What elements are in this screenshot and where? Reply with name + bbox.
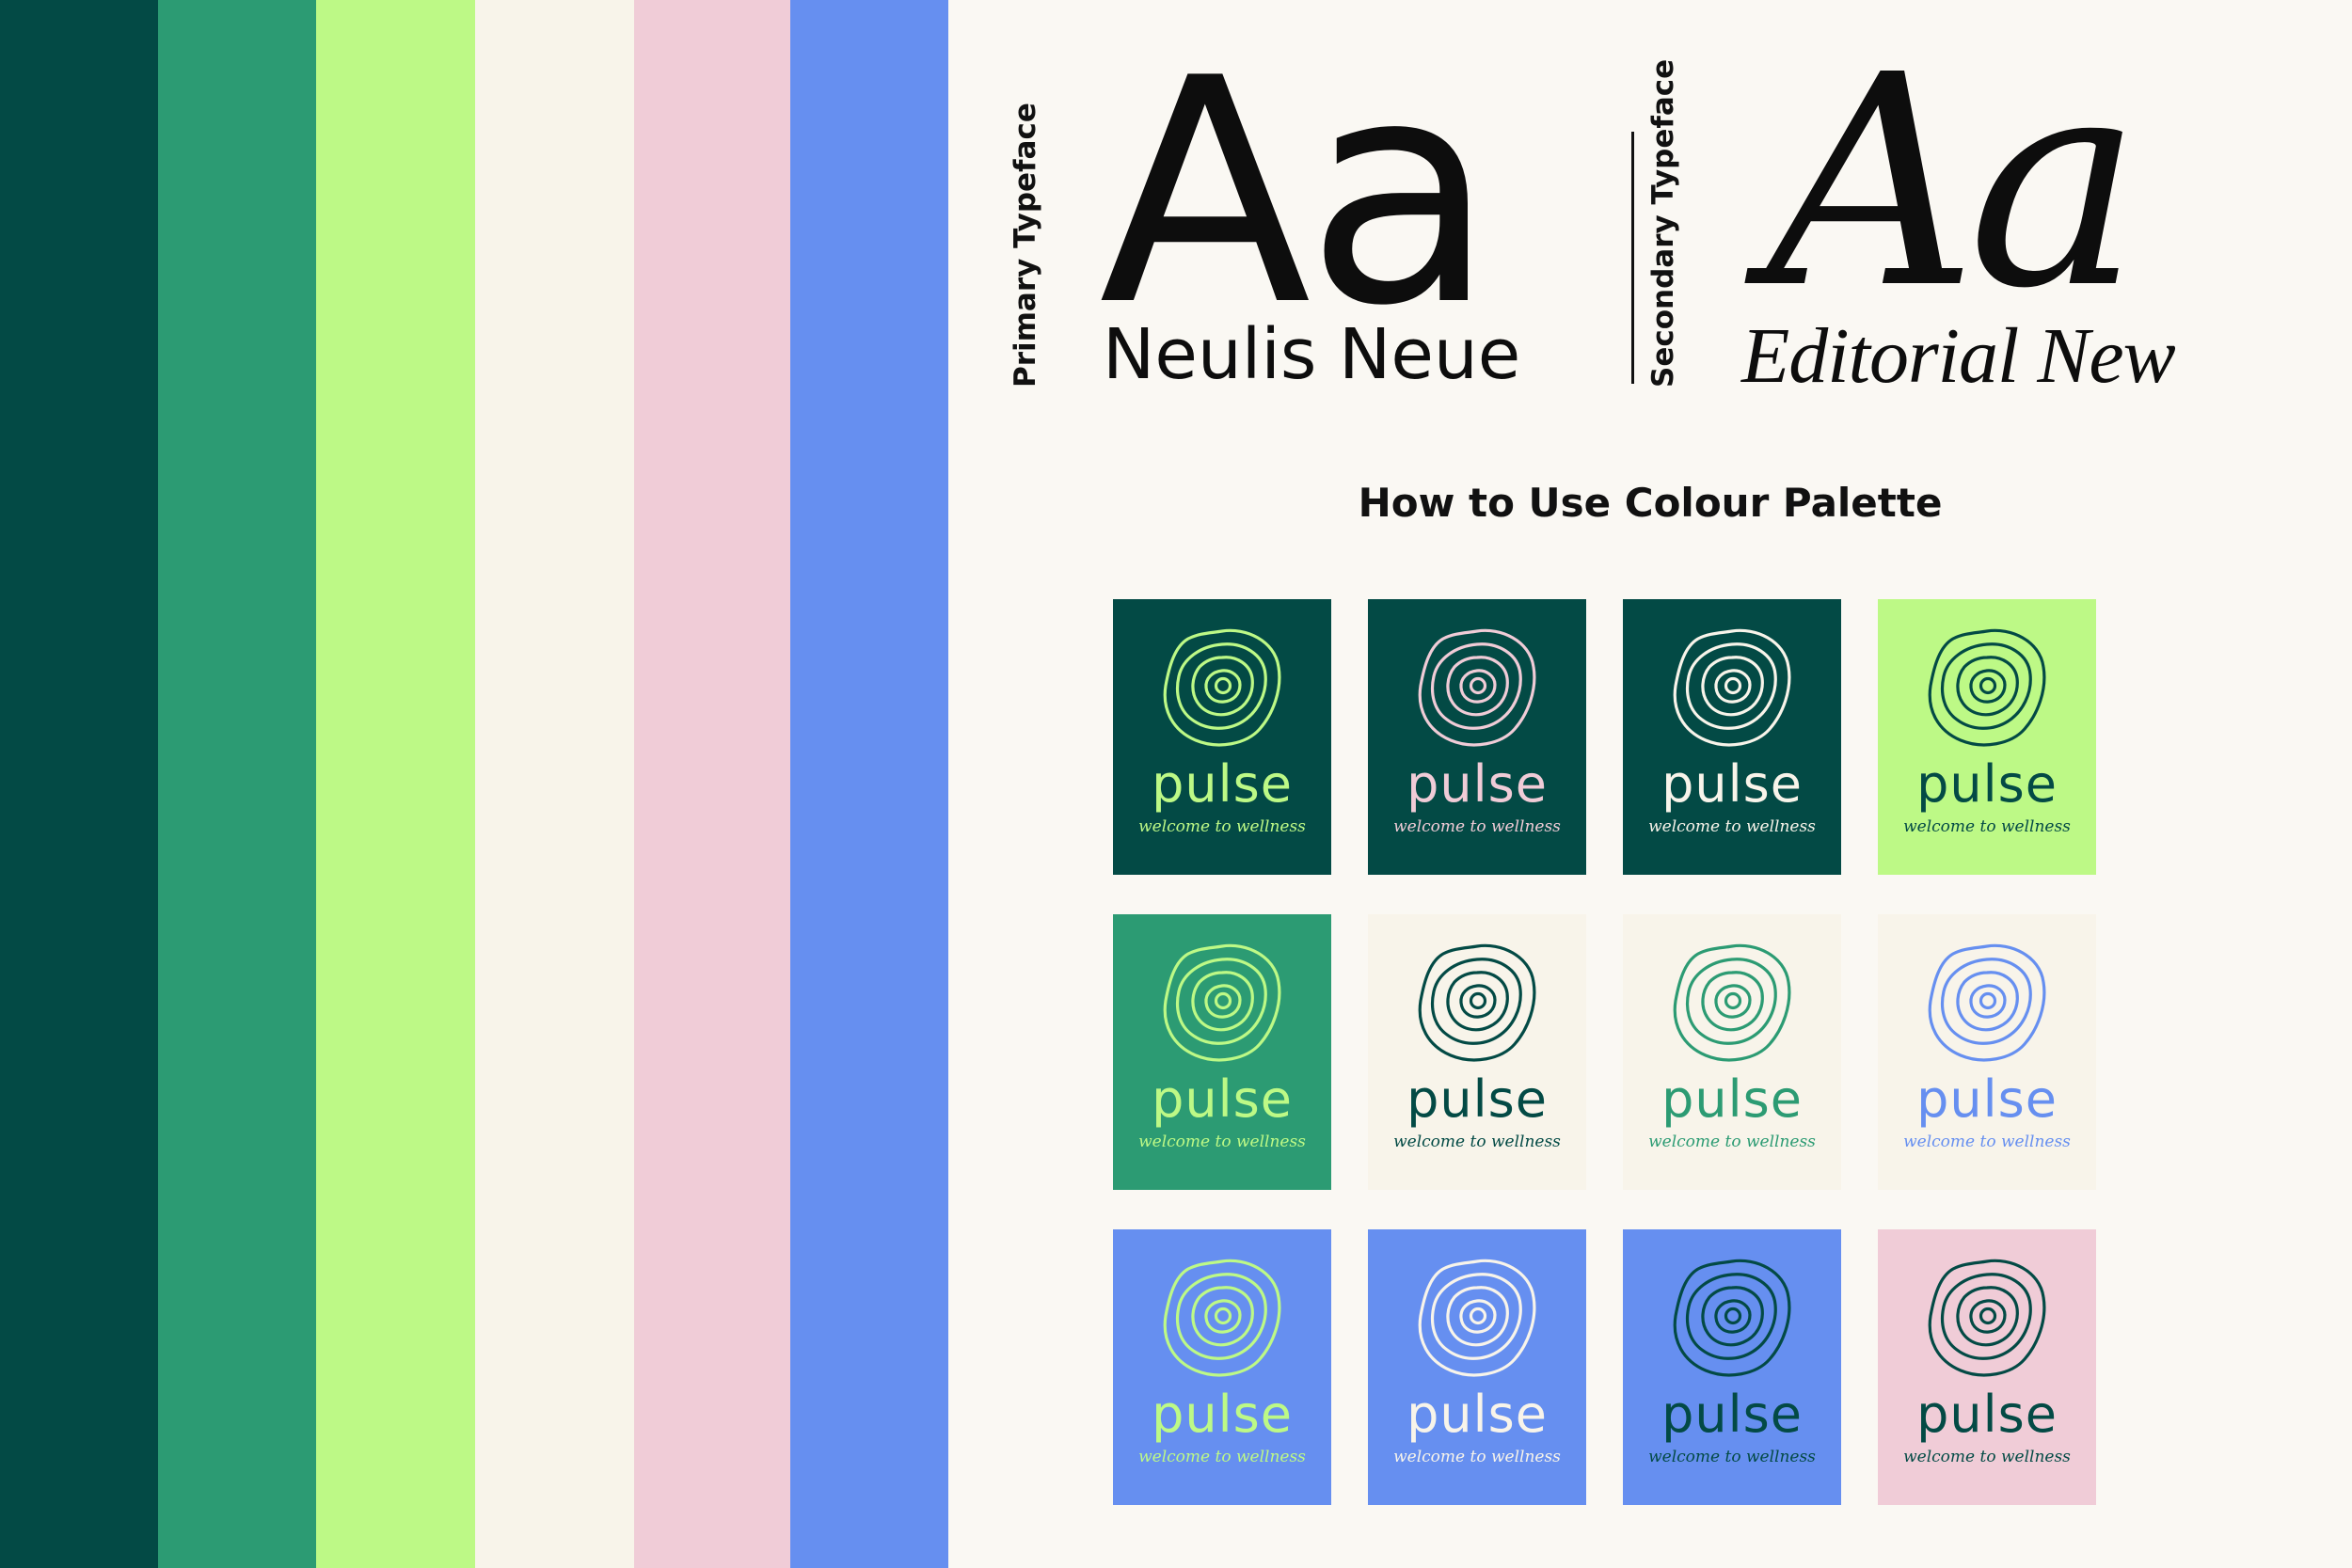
logo-card: pulse welcome to wellness <box>1113 914 1331 1190</box>
logo-tagline: welcome to wellness <box>1648 1448 1816 1466</box>
concentric-rings-icon <box>1163 1259 1281 1377</box>
logo-tagline: welcome to wellness <box>1393 817 1561 836</box>
palette-swatch-cream <box>475 0 634 1568</box>
logo-card: pulse welcome to wellness <box>1878 599 2096 875</box>
secondary-typeface-sample: Aa <box>1767 13 2142 353</box>
palette-swatch-blue <box>790 0 948 1568</box>
logo-tagline: welcome to wellness <box>1138 817 1306 836</box>
logo-wordmark: pulse <box>1661 1069 1803 1129</box>
logo-card: pulse welcome to wellness <box>1623 599 1841 875</box>
logo-card: pulse welcome to wellness <box>1878 914 2096 1190</box>
logo-tagline: welcome to wellness <box>1648 1132 1816 1151</box>
logo-tagline: welcome to wellness <box>1903 1448 2071 1466</box>
primary-typeface-name: Neulis Neue <box>1103 314 1521 395</box>
concentric-rings-icon <box>1928 943 2046 1062</box>
logo-card: pulse welcome to wellness <box>1623 914 1841 1190</box>
logo-wordmark: pulse <box>1406 1069 1548 1129</box>
logo-tagline: welcome to wellness <box>1138 1132 1306 1151</box>
concentric-rings-icon <box>1418 943 1536 1062</box>
logo-wordmark: pulse <box>1406 754 1548 814</box>
logo-wordmark: pulse <box>1152 754 1293 814</box>
secondary-typeface-label: Secondary Typeface <box>1646 58 1680 388</box>
concentric-rings-icon <box>1163 628 1281 747</box>
concentric-rings-icon <box>1673 628 1791 747</box>
logo-wordmark: pulse <box>1152 1069 1293 1129</box>
logo-tagline: welcome to wellness <box>1393 1132 1561 1151</box>
logo-wordmark: pulse <box>1916 754 2058 814</box>
typeface-divider <box>1631 132 1634 384</box>
concentric-rings-icon <box>1928 1259 2046 1377</box>
logo-card: pulse welcome to wellness <box>1368 914 1586 1190</box>
concentric-rings-icon <box>1673 1259 1791 1377</box>
concentric-rings-icon <box>1673 943 1791 1062</box>
logo-wordmark: pulse <box>1406 1385 1548 1444</box>
logo-card: pulse welcome to wellness <box>1368 1229 1586 1505</box>
logo-tagline: welcome to wellness <box>1903 817 2071 836</box>
logo-wordmark: pulse <box>1661 754 1803 814</box>
logo-card: pulse welcome to wellness <box>1368 599 1586 875</box>
logo-card: pulse welcome to wellness <box>1878 1229 2096 1505</box>
colour-usage-title: How to Use Colour Palette <box>1358 480 1943 526</box>
logo-wordmark: pulse <box>1916 1069 2058 1129</box>
primary-typeface-label: Primary Typeface <box>1009 103 1042 388</box>
logo-wordmark: pulse <box>1152 1385 1293 1444</box>
logo-card: pulse welcome to wellness <box>1113 599 1331 875</box>
logo-tagline: welcome to wellness <box>1903 1132 2071 1151</box>
secondary-typeface-name: Editorial New <box>1741 312 2176 400</box>
logo-wordmark: pulse <box>1916 1385 2058 1444</box>
logo-tagline: welcome to wellness <box>1648 817 1816 836</box>
logo-card: pulse welcome to wellness <box>1113 1229 1331 1505</box>
logo-wordmark: pulse <box>1661 1385 1803 1444</box>
colour-palette-stripes <box>0 0 948 1568</box>
palette-swatch-dark-green <box>0 0 158 1568</box>
logo-tagline: welcome to wellness <box>1138 1448 1306 1466</box>
logo-card: pulse welcome to wellness <box>1623 1229 1841 1505</box>
concentric-rings-icon <box>1418 628 1536 747</box>
palette-swatch-pink <box>634 0 790 1568</box>
palette-swatch-lime <box>316 0 475 1568</box>
concentric-rings-icon <box>1418 1259 1536 1377</box>
palette-swatch-green <box>158 0 316 1568</box>
primary-typeface-sample: Aa <box>1099 12 1496 373</box>
concentric-rings-icon <box>1163 943 1281 1062</box>
logo-tagline: welcome to wellness <box>1393 1448 1561 1466</box>
logo-colour-grid: pulse welcome to wellness pulse welcome to… <box>1113 599 2096 1505</box>
concentric-rings-icon <box>1928 628 2046 747</box>
